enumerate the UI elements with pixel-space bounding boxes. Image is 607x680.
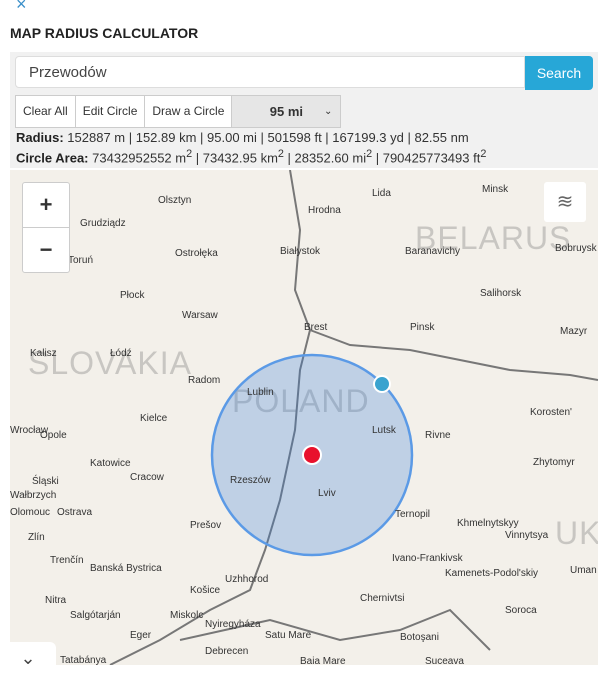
- city-label: Baia Mare: [300, 656, 346, 665]
- city-label: Grudziądz: [80, 218, 126, 229]
- zoom-out-button[interactable]: −: [23, 228, 69, 272]
- city-label: Ostrołęka: [175, 248, 218, 259]
- radius-value: 152887 m | 152.89 km | 95.00 mi | 501598…: [67, 130, 469, 145]
- city-label: Nyiregyháza: [205, 619, 261, 630]
- city-label: Minsk: [482, 184, 509, 195]
- city-label: Olsztyn: [158, 195, 192, 206]
- city-label: Soroca: [505, 605, 537, 616]
- radius-select[interactable]: 95 mi ⌄: [232, 96, 341, 127]
- city-label: Košice: [190, 585, 221, 596]
- city-label: Ivano-Frankivsk: [392, 553, 463, 564]
- close-icon[interactable]: ×: [16, 0, 27, 15]
- city-label: Kamenets-Podol'skiy: [445, 568, 539, 579]
- city-label: Korosten': [530, 407, 572, 418]
- city-label: Wałbrzych: [10, 490, 57, 501]
- city-label: Botoşani: [400, 632, 439, 643]
- city-label: Lublin: [247, 387, 274, 398]
- city-label: Lutsk: [372, 425, 396, 436]
- city-label: Pinsk: [410, 322, 435, 333]
- city-label: Miskolc: [170, 610, 204, 621]
- city-label: Chernivtsi: [360, 593, 405, 604]
- bottom-bar: [0, 666, 607, 680]
- city-label: Toruń: [68, 255, 94, 266]
- search-button[interactable]: Search: [525, 56, 593, 90]
- city-label: Mazyr: [560, 326, 588, 337]
- radius-label: Radius:: [16, 130, 64, 145]
- chevron-down-icon: ⌄: [324, 106, 333, 117]
- page-title: MAP RADIUS CALCULATOR: [10, 25, 199, 41]
- city-label: Uman: [570, 565, 597, 576]
- results: Radius: 152887 m | 152.89 km | 95.00 mi …: [16, 130, 486, 166]
- city-label: Lida: [372, 188, 391, 199]
- city-label: Wrocław: [10, 425, 49, 436]
- area-km2: | 73432.95 km: [192, 150, 278, 166]
- city-label: Bobruysk: [555, 243, 597, 254]
- city-label: Suceava: [425, 656, 464, 665]
- city-label: Baranavichy: [405, 246, 461, 257]
- area-mi2: | 28352.60 mi: [283, 150, 367, 166]
- city-label: Radom: [188, 375, 221, 386]
- map[interactable]: UKSLOVAKIAPOLANDBELARUS BudapestSuceavaB…: [10, 170, 598, 665]
- city-label: Zhytomyr: [533, 457, 575, 468]
- center-marker[interactable]: [302, 445, 322, 465]
- zoom-control: + −: [22, 182, 70, 273]
- city-label: Vinnytsya: [505, 530, 549, 541]
- area-ft2: | 790425773493 ft: [372, 150, 481, 166]
- city-label: Khmelnytskyy: [457, 518, 519, 529]
- radius-select-value: 95 mi: [269, 104, 304, 119]
- city-label: Lviv: [318, 488, 336, 499]
- city-label: Olomouc: [10, 507, 51, 518]
- city-label: Warsaw: [182, 310, 218, 321]
- radius-row: Radius: 152887 m | 152.89 km | 95.00 mi …: [16, 130, 486, 146]
- city-label: Białystok: [280, 246, 321, 257]
- city-label: Debrecen: [205, 646, 249, 657]
- sup: 2: [480, 148, 487, 160]
- area-row: Circle Area: 73432952552 m 2 | 73432.95 k…: [16, 146, 486, 166]
- city-label: Brest: [304, 322, 328, 333]
- city-label: Banská Bystrica: [90, 563, 162, 574]
- zoom-in-button[interactable]: +: [23, 183, 69, 228]
- city-label: Trenčín: [50, 555, 84, 566]
- city-label: Katowice: [90, 458, 131, 469]
- city-label: Satu Mare: [265, 630, 312, 641]
- city-label: Kalisz: [30, 348, 57, 359]
- edit-circle-button[interactable]: Edit Circle: [76, 96, 146, 127]
- city-label: Tatabánya: [60, 655, 107, 665]
- search-input[interactable]: Przewodów: [15, 56, 525, 88]
- city-label: Zlín: [28, 532, 45, 543]
- city-label: Łódź: [110, 348, 132, 359]
- city-label: Rzeszów: [230, 475, 271, 486]
- area-label: Circle Area:: [16, 150, 89, 166]
- radius-handle[interactable]: [373, 375, 391, 393]
- city-label: Uzhhorod: [225, 574, 269, 585]
- area-m2: 73432952552 m: [92, 150, 187, 166]
- city-label: Rivne: [425, 430, 451, 441]
- toolbar: Clear All Edit Circle Draw a Circle 95 m…: [15, 95, 342, 128]
- city-label: Salihorsk: [480, 288, 522, 299]
- city-label: Hrodna: [308, 205, 341, 216]
- city-label: Prešov: [190, 520, 222, 531]
- city-label: Salgótarján: [70, 610, 121, 621]
- calculator-panel: Przewodów Search Clear All Edit Circle D…: [10, 52, 598, 168]
- city-label: Płock: [120, 290, 145, 301]
- layers-icon[interactable]: ≋: [544, 182, 586, 222]
- city-label: Śląski: [32, 476, 59, 487]
- city-label: Ostrava: [57, 507, 93, 518]
- city-label: Kielce: [140, 413, 168, 424]
- city-label: Ternopil: [395, 509, 431, 520]
- clear-all-button[interactable]: Clear All: [16, 96, 76, 127]
- city-label: Eger: [130, 630, 152, 641]
- map-overlay: [109, 170, 598, 665]
- city-label: Nitra: [45, 595, 67, 606]
- border-line: [179, 608, 491, 651]
- draw-circle-button[interactable]: Draw a Circle: [145, 96, 233, 127]
- city-label: Cracow: [130, 472, 164, 483]
